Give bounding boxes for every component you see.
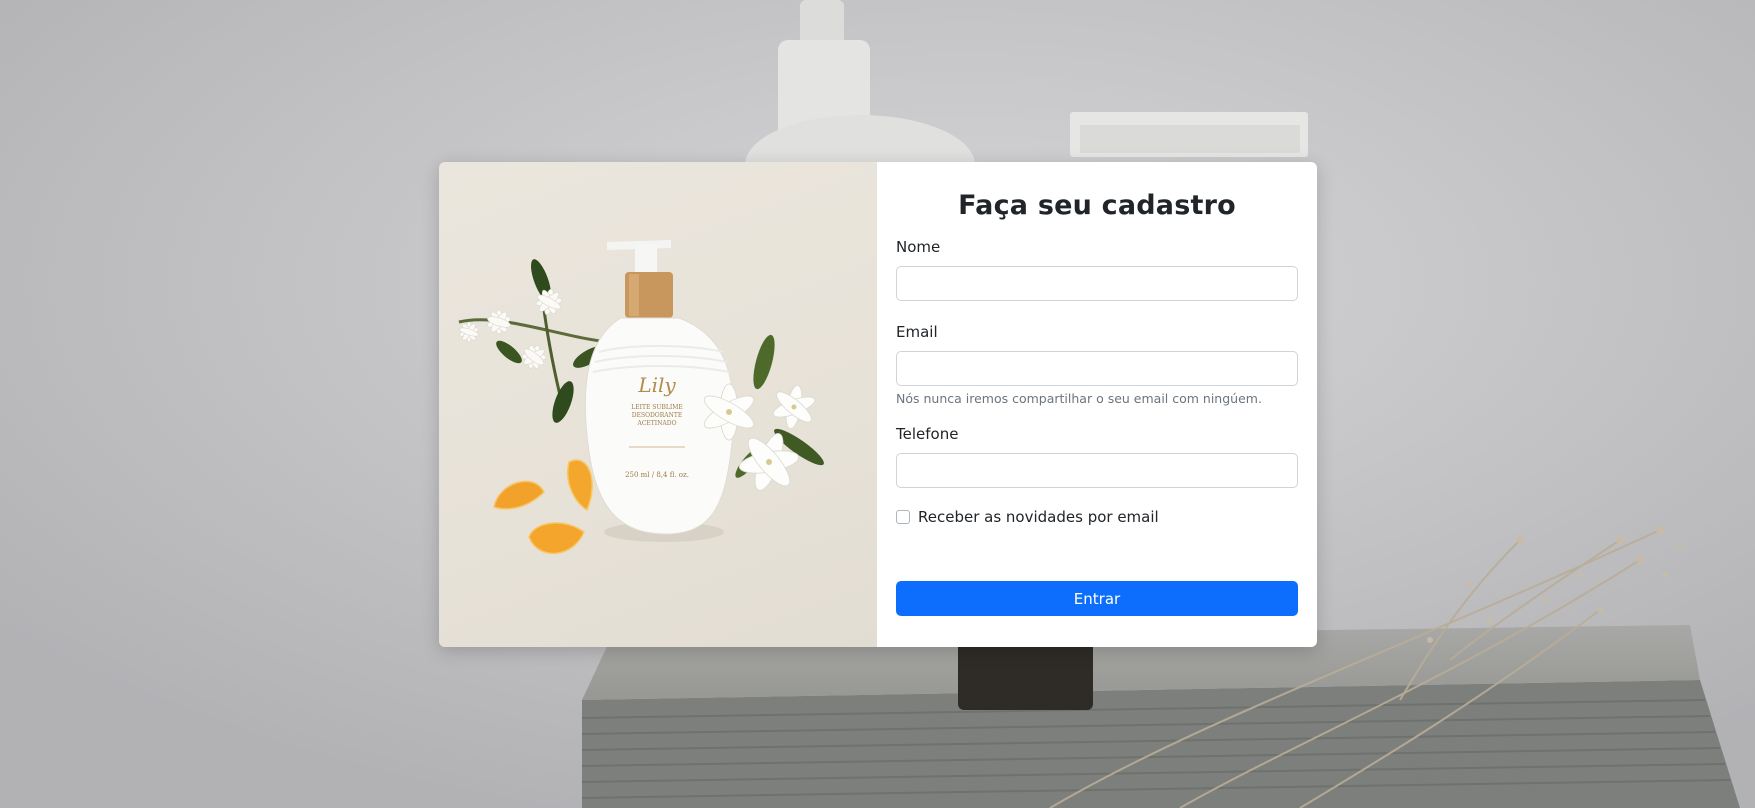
email-field-group: Email Nós nunca iremos compartilhar o se… [896, 323, 1298, 407]
lotion-bottle-illustration: Lily LEITE SUBLIME DESODORANTE ACETINADO… [584, 240, 734, 542]
product-image: Lily LEITE SUBLIME DESODORANTE ACETINADO… [458, 240, 824, 554]
submit-button[interactable]: Entrar [896, 581, 1298, 616]
bottle-volume: 250 ml / 8,4 fl. oz. [625, 471, 689, 479]
name-label: Nome [896, 238, 941, 256]
newsletter-checkbox[interactable] [896, 510, 910, 524]
email-label: Email [896, 323, 938, 341]
product-image-panel: Lily LEITE SUBLIME DESODORANTE ACETINADO… [439, 162, 877, 647]
phone-label: Telefone [896, 425, 959, 443]
form-title: Faça seu cadastro [958, 190, 1236, 221]
phone-field-group: Telefone [896, 425, 1298, 488]
signup-form: Faça seu cadastro Nome Email Nós nunca i… [877, 162, 1317, 647]
bottle-line1: LEITE SUBLIME [631, 404, 682, 411]
tangerine-slices-illustration [493, 459, 593, 554]
signup-card: Lily LEITE SUBLIME DESODORANTE ACETINADO… [439, 162, 1317, 647]
bottle-line3: ACETINADO [637, 420, 677, 427]
bottle-brand: Lily [637, 373, 676, 397]
email-input[interactable] [896, 351, 1298, 386]
email-help-text: Nós nunca iremos compartilhar o seu emai… [896, 391, 1262, 406]
name-input[interactable] [896, 266, 1298, 301]
phone-input[interactable] [896, 453, 1298, 488]
bottle-line2: DESODORANTE [632, 412, 682, 419]
newsletter-row: Receber as novidades por email [896, 508, 1298, 526]
name-field-group: Nome [896, 238, 1298, 301]
newsletter-label[interactable]: Receber as novidades por email [918, 508, 1159, 526]
